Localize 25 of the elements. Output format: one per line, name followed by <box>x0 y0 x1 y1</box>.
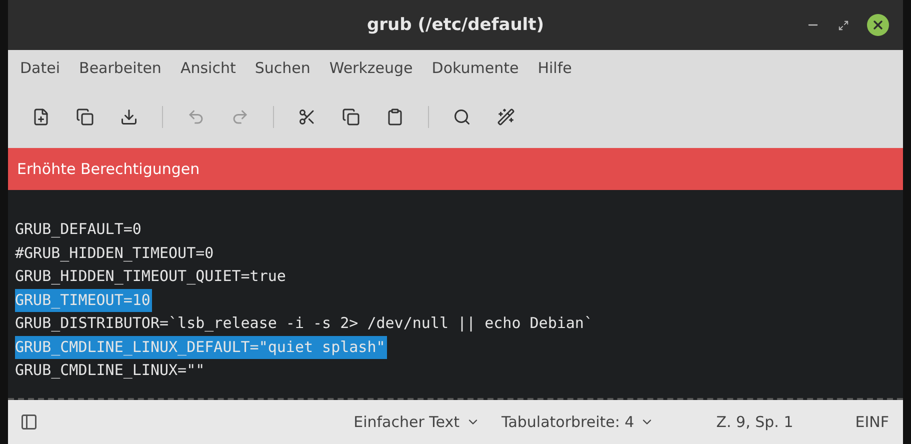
code-line: GRUB_CMDLINE_LINUX="" <box>15 360 205 381</box>
cursor-position: Z. 9, Sp. 1 <box>716 413 794 431</box>
copy-icon[interactable] <box>340 106 362 128</box>
stacked-pages-icon[interactable] <box>74 106 96 128</box>
menu-item[interactable]: Bearbeiten <box>79 59 162 77</box>
insert-mode: EINF <box>855 413 889 431</box>
banner-text: Erhöhte Berechtigungen <box>17 160 200 178</box>
tab-width-dropdown[interactable]: Tabulatorbreite: 4 <box>502 413 654 431</box>
wand-icon[interactable] <box>495 106 517 128</box>
window-title: grub (/etc/default) <box>366 15 544 35</box>
side-panel-icon[interactable] <box>20 413 38 431</box>
maximize-icon[interactable] <box>838 20 849 30</box>
menu-item[interactable]: Dokumente <box>432 59 519 77</box>
menu-item[interactable]: Hilfe <box>538 59 572 77</box>
close-icon <box>871 18 885 32</box>
menu-item[interactable]: Datei <box>20 59 60 77</box>
code-line: GRUB_DEFAULT=0 <box>15 219 142 240</box>
code-line: GRUB_HIDDEN_TIMEOUT_QUIET=true <box>15 266 286 287</box>
code-line: GRUB_DISTRIBUTOR=`lsb_release -i -s 2> /dev/null || echo Debian` <box>15 313 593 334</box>
menu-item[interactable]: Suchen <box>254 59 310 77</box>
code-line: #GRUB_HIDDEN_TIMEOUT=0 <box>15 242 214 264</box>
menu-item[interactable]: Ansicht <box>180 59 236 77</box>
menu-item[interactable]: Werkzeuge <box>329 59 413 77</box>
language-dropdown[interactable]: Einfacher Text <box>354 413 480 431</box>
close-button[interactable] <box>867 14 889 36</box>
